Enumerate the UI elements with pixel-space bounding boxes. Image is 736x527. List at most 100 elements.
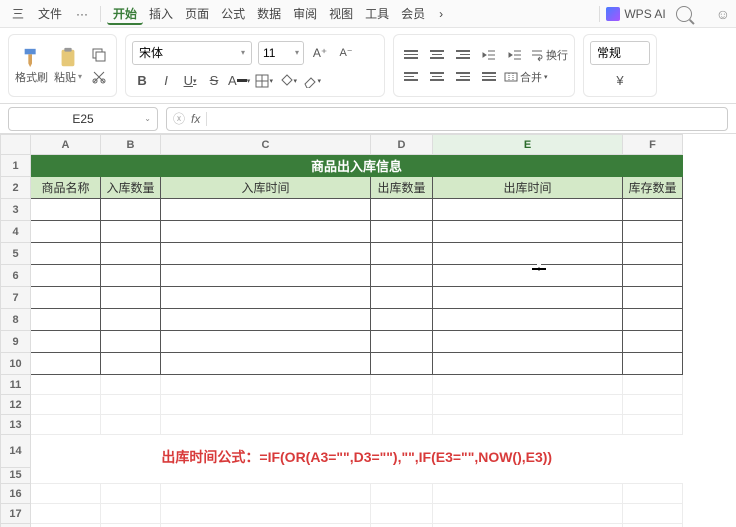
row-header-6[interactable]: 6	[1, 265, 31, 287]
empty-cell[interactable]	[433, 484, 623, 504]
emoji-icon[interactable]: ☺	[716, 6, 730, 22]
empty-cell[interactable]	[101, 375, 161, 395]
data-cell[interactable]	[623, 353, 683, 375]
increase-font-button[interactable]: A⁺	[310, 43, 330, 63]
empty-cell[interactable]	[433, 375, 623, 395]
empty-cell[interactable]	[31, 395, 101, 415]
table-header-cell[interactable]: 出库时间	[433, 177, 623, 199]
column-header-C[interactable]: C	[161, 135, 371, 155]
data-cell[interactable]	[31, 265, 101, 287]
copy-button[interactable]	[88, 45, 110, 65]
row-header-5[interactable]: 5	[1, 243, 31, 265]
app-menu-icon[interactable]: 三	[6, 3, 30, 24]
data-cell[interactable]	[101, 221, 161, 243]
tab-插入[interactable]: 插入	[143, 5, 179, 23]
empty-cell[interactable]	[433, 395, 623, 415]
wrap-text-button[interactable]: 换行	[530, 45, 568, 65]
data-cell[interactable]	[161, 243, 371, 265]
tab-页面[interactable]: 页面	[179, 5, 215, 23]
sheet-title[interactable]: 商品出入库信息	[31, 155, 683, 177]
data-cell[interactable]	[371, 287, 433, 309]
data-cell[interactable]	[101, 287, 161, 309]
table-header-cell[interactable]: 出库数量	[371, 177, 433, 199]
borders-button[interactable]: ▾	[254, 71, 274, 91]
data-cell[interactable]	[371, 353, 433, 375]
number-format-select[interactable]: 常规	[590, 41, 650, 65]
tabs-overflow-arrow[interactable]: ›	[433, 5, 449, 23]
empty-cell[interactable]	[161, 504, 371, 524]
empty-cell[interactable]	[371, 415, 433, 435]
table-header-cell[interactable]: 入库数量	[101, 177, 161, 199]
empty-cell[interactable]	[371, 395, 433, 415]
fx-icon[interactable]: fx	[191, 112, 200, 126]
data-cell[interactable]	[371, 265, 433, 287]
data-cell[interactable]	[101, 331, 161, 353]
empty-cell[interactable]	[31, 467, 683, 484]
spreadsheet-grid[interactable]: ABCDEF1商品出入库信息2商品名称入库数量入库时间出库数量出库时间库存数量3…	[0, 134, 736, 527]
row-header-12[interactable]: 12	[1, 395, 31, 415]
table-header-cell[interactable]: 商品名称	[31, 177, 101, 199]
data-cell[interactable]	[623, 309, 683, 331]
tab-视图[interactable]: 视图	[323, 5, 359, 23]
tab-审阅[interactable]: 审阅	[287, 5, 323, 23]
data-cell[interactable]	[101, 199, 161, 221]
increase-indent-button[interactable]	[504, 46, 526, 64]
more-menu[interactable]: ···	[70, 5, 94, 23]
row-header-18[interactable]: 18	[1, 524, 31, 527]
data-cell[interactable]	[433, 265, 623, 287]
empty-cell[interactable]	[161, 524, 371, 527]
tab-开始[interactable]: 开始	[107, 5, 143, 25]
empty-cell[interactable]	[31, 375, 101, 395]
data-cell[interactable]	[31, 287, 101, 309]
row-header-13[interactable]: 13	[1, 415, 31, 435]
font-size-select[interactable]: 11▾	[258, 41, 304, 65]
table-header-cell[interactable]: 库存数量	[623, 177, 683, 199]
row-header-3[interactable]: 3	[1, 199, 31, 221]
data-cell[interactable]	[623, 221, 683, 243]
empty-cell[interactable]	[31, 524, 101, 527]
clear-format-button[interactable]: ▾	[302, 71, 322, 91]
underline-button[interactable]: U▾	[180, 71, 200, 91]
font-color-button[interactable]: A▾	[228, 71, 250, 91]
empty-cell[interactable]	[371, 375, 433, 395]
empty-cell[interactable]	[101, 484, 161, 504]
data-cell[interactable]	[433, 309, 623, 331]
empty-cell[interactable]	[433, 504, 623, 524]
tab-公式[interactable]: 公式	[215, 5, 251, 23]
row-header-4[interactable]: 4	[1, 221, 31, 243]
column-header-F[interactable]: F	[623, 135, 683, 155]
data-cell[interactable]	[433, 221, 623, 243]
data-cell[interactable]	[623, 199, 683, 221]
empty-cell[interactable]	[161, 375, 371, 395]
tab-工具[interactable]: 工具	[359, 5, 395, 23]
column-header-B[interactable]: B	[101, 135, 161, 155]
row-header-17[interactable]: 17	[1, 504, 31, 524]
data-cell[interactable]	[623, 287, 683, 309]
row-header-11[interactable]: 11	[1, 375, 31, 395]
empty-cell[interactable]	[433, 415, 623, 435]
empty-cell[interactable]	[371, 524, 433, 527]
font-name-select[interactable]: 宋体▾	[132, 41, 252, 65]
empty-cell[interactable]	[161, 395, 371, 415]
row-header-15[interactable]: 15	[1, 467, 31, 484]
align-right-button[interactable]	[452, 68, 474, 86]
column-header-D[interactable]: D	[371, 135, 433, 155]
data-cell[interactable]	[623, 243, 683, 265]
empty-cell[interactable]	[101, 395, 161, 415]
cancel-formula-icon[interactable]: ⓧ	[173, 110, 185, 127]
bold-button[interactable]: B	[132, 71, 152, 91]
data-cell[interactable]	[371, 199, 433, 221]
align-center-button[interactable]	[426, 68, 448, 86]
tab-数据[interactable]: 数据	[251, 5, 287, 23]
data-cell[interactable]	[31, 353, 101, 375]
data-cell[interactable]	[371, 331, 433, 353]
data-cell[interactable]	[433, 331, 623, 353]
table-header-cell[interactable]: 入库时间	[161, 177, 371, 199]
data-cell[interactable]	[371, 309, 433, 331]
data-cell[interactable]	[101, 265, 161, 287]
data-cell[interactable]	[433, 199, 623, 221]
wps-ai-button[interactable]: WPS AI	[606, 7, 665, 21]
name-box[interactable]: E25 ⌄	[8, 107, 158, 131]
decrease-font-button[interactable]: A⁻	[336, 43, 356, 63]
data-cell[interactable]	[31, 221, 101, 243]
